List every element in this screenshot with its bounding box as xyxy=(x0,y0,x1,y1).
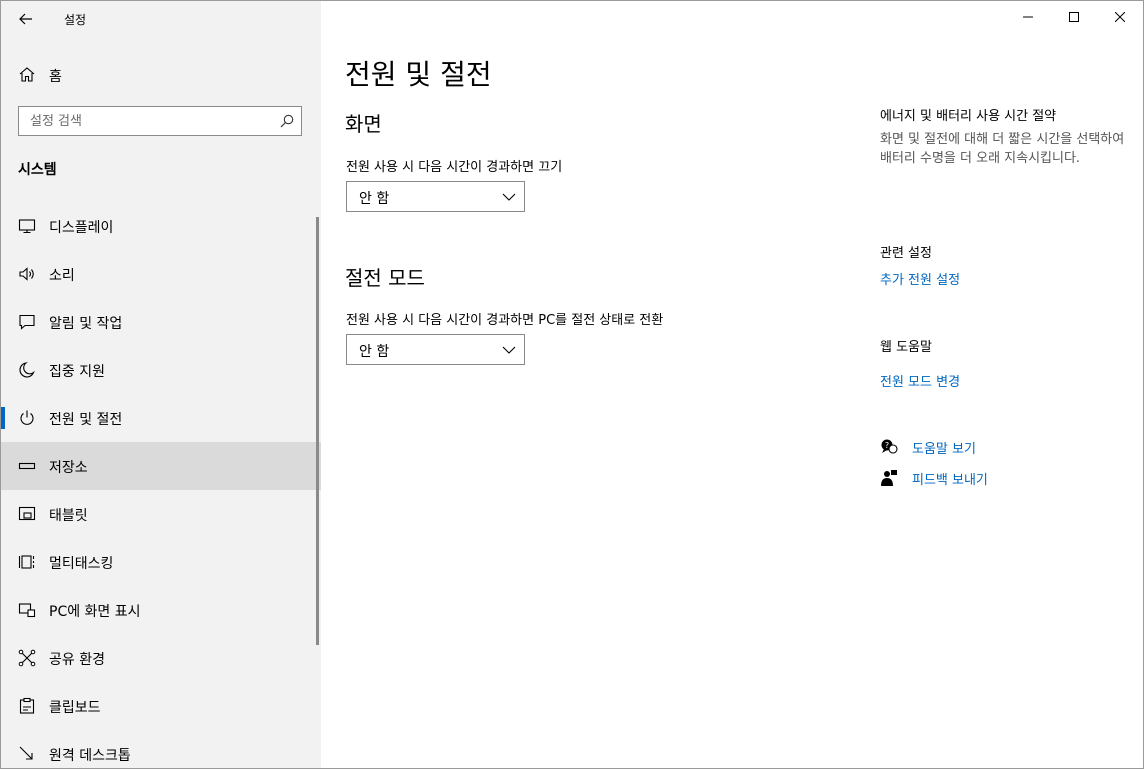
speaker-icon xyxy=(19,267,34,281)
web-help-title: 웹 도움말 xyxy=(880,340,932,355)
close-button[interactable] xyxy=(1097,1,1143,33)
sidebar-item-label: 알림 및 작업 xyxy=(49,316,123,332)
notification-icon xyxy=(19,314,35,330)
sidebar-item-remote-desktop[interactable]: 원격 데스크톱 xyxy=(1,730,321,768)
sidebar-item-display[interactable]: 디스플레이 xyxy=(1,202,321,250)
sidebar-item-project[interactable]: PC에 화면 표시 xyxy=(1,586,321,634)
sleep-timeout-dropdown[interactable]: 안 함 xyxy=(346,334,525,365)
sidebar-item-sound[interactable]: 소리 xyxy=(1,250,321,298)
maximize-button[interactable] xyxy=(1051,1,1097,33)
screen-heading: 화면 xyxy=(345,112,382,136)
home-icon xyxy=(19,67,35,82)
sidebar-item-label: 집중 지원 xyxy=(49,364,105,380)
selection-indicator xyxy=(1,407,5,429)
clipboard-icon xyxy=(19,697,35,714)
sidebar-item-label: 태블릿 xyxy=(49,508,88,524)
page-title: 전원 및 절전 xyxy=(345,58,492,91)
get-help-link[interactable]: 도움말 보기 xyxy=(912,438,976,457)
sidebar-item-storage[interactable]: 저장소 xyxy=(1,442,321,490)
minimize-icon xyxy=(1023,16,1033,18)
back-button[interactable] xyxy=(13,7,39,31)
chevron-down-icon xyxy=(502,193,516,201)
energy-description: 화면 및 절전에 대해 더 짧은 시간을 선택하여 배터리 수명을 더 오래 지… xyxy=(880,132,1125,166)
sidebar-item-focus-assist[interactable]: 집중 지원 xyxy=(1,346,321,394)
moon-icon xyxy=(19,362,35,378)
search-box xyxy=(18,106,302,136)
additional-power-settings-link[interactable]: 추가 전원 설정 xyxy=(880,269,960,288)
related-settings-title: 관련 설정 xyxy=(880,246,932,261)
screen-timeout-dropdown[interactable]: 안 함 xyxy=(346,181,525,212)
sidebar-item-shared-experiences[interactable]: 공유 환경 xyxy=(1,634,321,682)
minimize-button[interactable] xyxy=(1005,1,1051,33)
sidebar-item-label: 원격 데스크톱 xyxy=(49,748,131,764)
close-icon xyxy=(1115,12,1125,22)
app-title: 설정 xyxy=(64,13,87,27)
sidebar-item-label: PC에 화면 표시 xyxy=(49,604,141,620)
tablet-icon xyxy=(18,506,36,521)
sidebar-item-label: 공유 환경 xyxy=(49,652,105,668)
storage-icon xyxy=(18,462,36,470)
sidebar-item-tablet[interactable]: 태블릿 xyxy=(1,490,321,538)
project-icon xyxy=(18,603,36,618)
sidebar: 설정 홈 시스템 디스플레이 소리 알림 및 작업 xyxy=(1,1,321,768)
help-chat-icon: ? xyxy=(881,439,898,454)
multitasking-icon xyxy=(18,555,35,569)
sidebar-item-label: 멀티태스킹 xyxy=(49,556,114,572)
dropdown-value: 안 함 xyxy=(359,344,390,360)
back-arrow-icon xyxy=(19,13,32,25)
remote-desktop-icon xyxy=(19,746,33,760)
screen-timeout-label: 전원 사용 시 다음 시간이 경과하면 끄기 xyxy=(346,160,563,175)
sleep-heading: 절전 모드 xyxy=(345,266,425,290)
sidebar-scrollbar[interactable] xyxy=(316,217,319,645)
sidebar-item-label: 클립보드 xyxy=(49,700,101,716)
search-icon[interactable] xyxy=(279,113,295,129)
chevron-down-icon xyxy=(502,346,516,354)
maximize-icon xyxy=(1069,12,1079,22)
feedback-person-icon xyxy=(881,470,897,486)
sidebar-item-power-sleep[interactable]: 전원 및 절전 xyxy=(1,394,321,442)
sidebar-item-clipboard[interactable]: 클립보드 xyxy=(1,682,321,730)
settings-window: 설정 홈 시스템 디스플레이 소리 알림 및 작업 xyxy=(0,0,1144,769)
sidebar-item-multitasking[interactable]: 멀티태스킹 xyxy=(1,538,321,586)
section-title: 시스템 xyxy=(18,162,57,178)
search-input[interactable] xyxy=(19,107,280,135)
sidebar-item-home[interactable]: 홈 xyxy=(1,57,321,93)
sidebar-item-label: 디스플레이 xyxy=(49,220,114,236)
sidebar-item-label: 저장소 xyxy=(49,460,88,476)
sidebar-item-notifications[interactable]: 알림 및 작업 xyxy=(1,298,321,346)
main-content: 전원 및 절전 화면 전원 사용 시 다음 시간이 경과하면 끄기 안 함 절전… xyxy=(321,1,1143,768)
feedback-link[interactable]: 피드백 보내기 xyxy=(912,469,988,488)
monitor-icon xyxy=(18,219,36,234)
power-icon xyxy=(20,410,34,425)
change-power-mode-link[interactable]: 전원 모드 변경 xyxy=(880,371,960,390)
energy-title: 에너지 및 배터리 사용 시간 절약 xyxy=(880,109,1057,124)
sidebar-item-label: 소리 xyxy=(49,268,75,284)
sidebar-item-label: 전원 및 절전 xyxy=(49,412,123,428)
dropdown-value: 안 함 xyxy=(359,191,390,207)
share-icon xyxy=(18,649,36,667)
sidebar-item-label: 홈 xyxy=(49,69,62,85)
sleep-timeout-label: 전원 사용 시 다음 시간이 경과하면 PC를 절전 상태로 전환 xyxy=(346,313,664,328)
window-controls xyxy=(1005,1,1143,33)
sidebar-nav: 디스플레이 소리 알림 및 작업 집중 지원 전원 및 절전 저장소 태블릿 멀… xyxy=(1,202,321,768)
